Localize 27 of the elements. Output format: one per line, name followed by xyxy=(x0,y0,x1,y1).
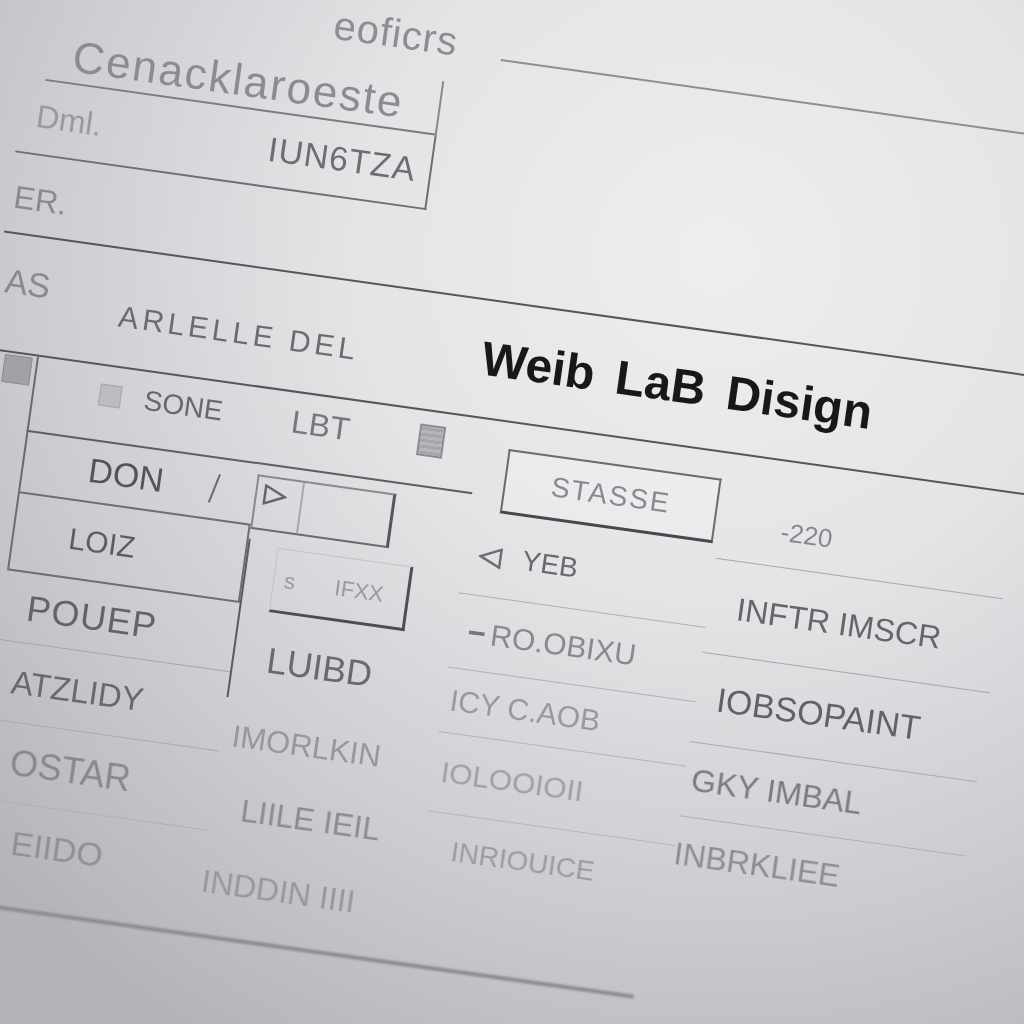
header-label: ARLELLE DEL xyxy=(116,301,361,365)
item-label: GKY IMBAL xyxy=(688,761,865,822)
square-icon xyxy=(1,353,33,386)
item-label: IMORLKIN xyxy=(229,718,383,775)
margin-label: ER. xyxy=(11,178,70,222)
item-label: LUIBD xyxy=(264,639,375,696)
dash-icon xyxy=(468,630,485,637)
option-label: SONE xyxy=(141,384,225,428)
item-label: ICY C.AOB xyxy=(447,683,603,739)
item-label: ATZLIDY xyxy=(8,662,147,719)
margin-label: AS xyxy=(2,263,53,304)
row-value: IUN6TZA xyxy=(265,130,419,189)
item-label: INBRKLIEE xyxy=(671,835,843,895)
item-label: OSTAR xyxy=(7,741,134,800)
item-label: RO.OBIXU xyxy=(488,618,639,673)
option-label: LBT xyxy=(288,403,353,448)
square-icon xyxy=(97,383,123,409)
page-title: Weib LaB Disign xyxy=(478,332,876,440)
item-label: IOBSOPAINT xyxy=(714,680,923,748)
select-field[interactable] xyxy=(250,474,397,549)
text-field[interactable]: s IFXX xyxy=(268,547,414,632)
item-label: INFTR IMSCR xyxy=(734,591,944,657)
item-label: LIILE IEIL xyxy=(238,791,383,848)
square-icon xyxy=(416,423,447,459)
item-label: YEB xyxy=(520,545,580,586)
action-button[interactable]: STASSE xyxy=(499,448,722,544)
item-label: -220 xyxy=(778,517,835,555)
